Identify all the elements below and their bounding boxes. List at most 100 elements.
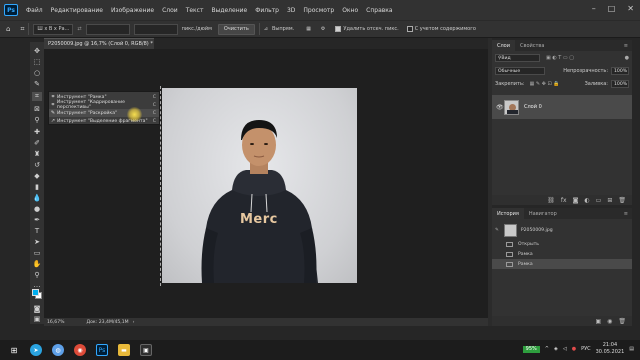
telegram-icon[interactable]: ➤ (30, 344, 42, 356)
history-item[interactable]: Рамка (492, 249, 632, 259)
notifications-icon[interactable]: ▤ (629, 346, 634, 352)
fill-field[interactable]: 100% (611, 80, 629, 88)
tab-properties[interactable]: Свойства (515, 40, 549, 51)
flyout-item-slice-select[interactable]: ↗ Инструмент "Выделение фрагмента" C (49, 117, 159, 125)
chevron-up-icon[interactable]: ^ (545, 346, 549, 352)
menu-view[interactable]: Просмотр (303, 7, 334, 14)
photoshop-taskbar-icon[interactable]: Ps (96, 344, 108, 356)
hand-tool-icon[interactable]: ✋ (32, 259, 42, 268)
layer-row[interactable]: 👁 Слой 0 (492, 95, 632, 119)
photoshop-logo-icon[interactable]: Ps (4, 4, 18, 16)
checkbox-checked-icon[interactable] (335, 26, 342, 32)
history-item[interactable]: Открыть (492, 239, 632, 249)
height-field[interactable] (133, 23, 178, 35)
more-tools-icon[interactable]: … (32, 280, 42, 289)
new-layer-icon[interactable]: ⊞ (607, 197, 612, 204)
panel-menu-icon[interactable]: ≡ (624, 43, 628, 49)
status-arrow-icon[interactable]: › (133, 320, 135, 325)
tab-navigator[interactable]: Навигатор (524, 208, 562, 219)
file-explorer-icon[interactable]: ▬ (118, 344, 130, 356)
layer-filter-select[interactable]: ⚲ Вид (495, 54, 540, 62)
stamp-tool-icon[interactable]: ♜ (32, 149, 42, 158)
home-icon[interactable]: ⌂ (6, 25, 10, 33)
rectangle-tool-icon[interactable]: ▭ (32, 248, 42, 257)
straighten-icon[interactable]: ⊿ (264, 26, 268, 32)
type-tool-icon[interactable]: T (32, 226, 42, 235)
history-brush-source-icon[interactable]: ✎ (495, 228, 499, 233)
group-icon[interactable]: ▭ (596, 197, 602, 204)
menu-file[interactable]: Файл (26, 7, 43, 14)
tab-layers[interactable]: Слои (492, 40, 515, 51)
history-snapshot[interactable]: ✎ P2050009.jpg (492, 222, 632, 238)
globe-icon[interactable]: ◍ (52, 344, 64, 356)
menu-type[interactable]: Текст (186, 7, 204, 14)
new-document-from-state-icon[interactable]: ▣ (595, 318, 601, 325)
language-indicator[interactable]: РУС (581, 346, 591, 352)
adjustment-icon[interactable]: ◐ (584, 197, 589, 204)
move-tool-icon[interactable]: ✥ (32, 46, 42, 55)
crop-tool-preset-icon[interactable]: ⌗ (20, 25, 24, 34)
minimize-icon[interactable]: – (592, 4, 596, 13)
frame-tool-icon[interactable]: ⊠ (32, 104, 42, 113)
quick-select-tool-icon[interactable]: ✎ (32, 79, 42, 88)
delete-cropped-checkbox[interactable]: Удалить отсеч. пикс. (335, 26, 399, 32)
blend-mode-select[interactable]: Обычные (495, 67, 545, 75)
filter-toggle-icon[interactable]: ● (625, 55, 629, 61)
menu-3d[interactable]: 3D (287, 7, 295, 14)
width-field[interactable] (85, 23, 130, 35)
checkbox-unchecked-icon[interactable] (406, 26, 413, 32)
battery-badge[interactable]: 95% (522, 345, 540, 353)
straighten-label[interactable]: Выпрям. (272, 26, 294, 32)
lasso-tool-icon[interactable]: ○ (32, 68, 42, 77)
network-icon[interactable]: ◈ (554, 346, 558, 352)
clear-button[interactable]: Очистить (217, 23, 255, 35)
marquee-tool-icon[interactable]: ⬚ (32, 57, 42, 66)
foreground-color-swatch[interactable] (32, 289, 39, 296)
windows-start-icon[interactable]: ⊞ (8, 344, 20, 356)
brush-tool-icon[interactable]: ✐ (32, 138, 42, 147)
pen-tool-icon[interactable]: ✒ (32, 215, 42, 224)
content-aware-checkbox[interactable]: С учетом содержимого (406, 26, 476, 32)
history-item-selected[interactable]: Рамка (492, 259, 632, 269)
document-tab[interactable]: P2050009.jpg @ 16,7% (Слой 0, RGB/8) * (44, 38, 154, 49)
settings-gear-icon[interactable]: ⚙ (321, 26, 325, 32)
ratio-select[interactable]: Ш x В x Ра… (33, 23, 74, 35)
fx-icon[interactable]: fx (561, 197, 567, 204)
panel-menu-icon[interactable]: ≡ (624, 211, 628, 217)
camera-icon[interactable]: ◉ (607, 318, 612, 325)
flyout-item-perspective-crop[interactable]: ⌗ Инструмент "Кадрирование перспективы" … (49, 100, 159, 110)
mask-icon[interactable]: ◙ (573, 197, 579, 204)
notification-badge-icon[interactable]: ● (572, 346, 576, 352)
zoom-level[interactable]: 16,67% (47, 320, 65, 325)
layer-name[interactable]: Слой 0 (524, 104, 542, 110)
healing-brush-tool-icon[interactable]: ✚ (32, 127, 42, 136)
trash-icon[interactable]: 🗑 (618, 197, 626, 204)
menu-select[interactable]: Выделение (211, 7, 247, 14)
trash-icon[interactable]: 🗑 (618, 318, 626, 325)
maximize-icon[interactable]: □ (608, 4, 616, 13)
history-brush-tool-icon[interactable]: ↺ (32, 160, 42, 169)
chrome-icon[interactable]: ◉ (74, 344, 86, 356)
crop-tool-icon[interactable]: ⌗ (32, 92, 42, 101)
menu-layers[interactable]: Слои (162, 7, 178, 14)
grid-overlay-icon[interactable]: ▦ (306, 26, 311, 32)
lock-icons[interactable]: ▦ ✎ ✥ ⊡ 🔒 (530, 81, 560, 87)
close-icon[interactable]: ✕ (627, 4, 634, 13)
menu-help[interactable]: Справка (366, 7, 392, 14)
menu-image[interactable]: Изображение (111, 7, 154, 14)
opacity-field[interactable]: 100% (611, 67, 629, 75)
menu-window[interactable]: Окно (342, 7, 358, 14)
resolution-unit[interactable]: пикс./дюйм (182, 26, 212, 32)
quick-mask-icon[interactable]: ◙ (32, 304, 42, 313)
eye-icon[interactable]: 👁 (496, 104, 504, 111)
filter-type-icons[interactable]: ▣ ◐ T ▭ ▢ (546, 55, 574, 61)
gradient-tool-icon[interactable]: ▮ (32, 182, 42, 191)
blur-tool-icon[interactable]: 💧 (32, 193, 42, 202)
eraser-tool-icon[interactable]: ◆ (32, 171, 42, 180)
eyedropper-tool-icon[interactable]: ⚲ (32, 115, 42, 124)
canvas-photo[interactable]: Merc (162, 88, 357, 283)
menu-edit[interactable]: Редактирование (51, 7, 103, 14)
clock[interactable]: 21:04 30.05.2021 (596, 342, 625, 356)
flyout-item-slice[interactable]: ✎ Инструмент "Раскройка" C (49, 109, 159, 117)
tab-history[interactable]: История (492, 208, 524, 219)
